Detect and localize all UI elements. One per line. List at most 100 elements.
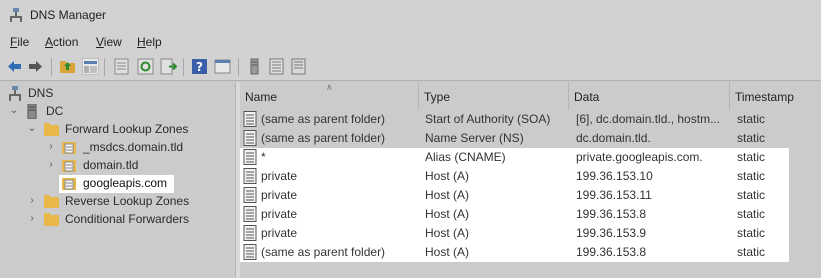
dns-record-icon: [243, 168, 257, 184]
tree-node-zone-googleapis[interactable]: googleapis.com: [59, 175, 174, 193]
dns-record-icon: [243, 244, 257, 260]
chevron-down-icon[interactable]: ⌄: [27, 123, 37, 135]
record-data-cell: 199.36.153.9: [576, 226, 647, 240]
table-row[interactable]: private Host (A) 199.36.153.9 static: [240, 224, 789, 243]
tree-label: Conditional Forwarders: [65, 212, 190, 226]
tree-node-forward-zones[interactable]: ⌄ Forward Lookup Zones: [0, 121, 230, 138]
tree-label: _msdcs.domain.tld: [83, 140, 184, 154]
tree-label: googleapis.com: [83, 176, 168, 190]
column-header-name[interactable]: Name ∧: [240, 82, 419, 110]
record-type-cell: Name Server (NS): [425, 131, 524, 145]
record-data-cell: 199.36.153.8: [576, 207, 647, 221]
folder-icon: [44, 123, 59, 136]
title-bar: DNS Manager: [0, 0, 821, 31]
chevron-right-icon[interactable]: ›: [27, 213, 37, 225]
record-timestamp-cell: static: [737, 169, 766, 183]
record-data-cell: 199.36.153.8: [576, 245, 647, 259]
dns-record-icon: [243, 206, 257, 222]
record-timestamp-cell: static: [737, 207, 766, 221]
toolbar-separator: [238, 58, 239, 76]
dns-record-icon: [243, 111, 257, 127]
tree-label: Forward Lookup Zones: [65, 122, 189, 136]
chevron-right-icon[interactable]: ›: [27, 195, 37, 207]
record-type-cell: Alias (CNAME): [425, 150, 506, 164]
menu-action[interactable]: Action: [45, 35, 78, 49]
properties-icon[interactable]: [113, 58, 130, 75]
record-list: Name ∧ Type Data Timestamp (same as pare…: [240, 82, 821, 278]
record-type-cell: Host (A): [425, 245, 470, 259]
record-name-cell: (same as parent folder): [261, 112, 386, 126]
tree-node-dc[interactable]: ⌄ DC: [0, 103, 230, 120]
record-name-cell: private: [261, 188, 298, 202]
record-name-cell: *: [261, 150, 266, 164]
dns-record-icon: [243, 130, 257, 146]
record-timestamp-cell: static: [737, 226, 766, 240]
table-row[interactable]: (same as parent folder) Host (A) 199.36.15…: [240, 243, 789, 262]
record-data-cell: [6], dc.domain.tld., hostm...: [576, 112, 721, 126]
forward-icon[interactable]: [27, 58, 44, 75]
tree-node-dns[interactable]: DNS: [0, 85, 230, 102]
column-header-data[interactable]: Data: [569, 82, 730, 110]
toolbar-separator: [104, 58, 105, 76]
record-timestamp-cell: static: [737, 150, 766, 164]
record-type-cell: Host (A): [425, 226, 470, 240]
tree-label: domain.tld: [83, 158, 139, 172]
table-row[interactable]: (same as parent folder) Name Server (NS) d…: [240, 129, 821, 148]
record-icon[interactable]: [290, 58, 307, 75]
zone-folder-icon: [62, 142, 76, 154]
tree-label: DC: [46, 104, 64, 118]
table-row[interactable]: * Alias (CNAME) private.googleapis.com. sta…: [240, 148, 789, 167]
record-timestamp-cell: static: [737, 245, 766, 259]
record-type-cell: Host (A): [425, 188, 470, 202]
table-row[interactable]: private Host (A) 199.36.153.8 static: [240, 205, 789, 224]
menu-file[interactable]: File: [10, 35, 29, 49]
column-header-timestamp[interactable]: Timestamp: [730, 82, 821, 110]
zone-list-icon[interactable]: [268, 58, 285, 75]
dns-record-icon: [243, 225, 257, 241]
help-icon[interactable]: ?: [191, 58, 208, 75]
svg-text:?: ?: [196, 60, 203, 74]
window-title: DNS Manager: [30, 8, 107, 22]
dns-icon: [9, 86, 21, 101]
chevron-down-icon[interactable]: ⌄: [9, 105, 19, 117]
record-timestamp-cell: static: [737, 188, 766, 202]
chevron-right-icon[interactable]: ›: [46, 141, 56, 153]
sort-ascending-icon: ∧: [326, 82, 333, 92]
toolbar: ?: [0, 53, 821, 81]
menu-view[interactable]: View: [96, 35, 122, 49]
folder-icon: [44, 213, 59, 226]
export-list-icon[interactable]: [160, 58, 177, 75]
record-type-cell: Start of Authority (SOA): [425, 112, 551, 126]
server-icon: [27, 104, 37, 119]
tree-node-reverse-zones[interactable]: › Reverse Lookup Zones: [0, 193, 230, 210]
tree-node-zone-msdcs[interactable]: › _msdcs.domain.tld: [0, 139, 230, 156]
tree-node-conditional-forwarders[interactable]: › Conditional Forwarders: [0, 211, 230, 228]
back-icon[interactable]: [6, 58, 23, 75]
record-data-cell: private.googleapis.com.: [576, 150, 703, 164]
folder-icon: [44, 195, 59, 208]
record-timestamp-cell: static: [737, 131, 766, 145]
dns-record-icon: [243, 187, 257, 203]
table-row[interactable]: private Host (A) 199.36.153.10 static: [240, 167, 789, 186]
server-icon[interactable]: [246, 58, 263, 75]
console-icon[interactable]: [214, 58, 231, 75]
table-row[interactable]: (same as parent folder) Start of Authorit…: [240, 110, 821, 129]
dns-manager-icon: [10, 8, 22, 22]
chevron-right-icon[interactable]: ›: [46, 159, 56, 171]
record-name-cell: (same as parent folder): [261, 131, 386, 145]
dns-record-icon: [243, 149, 257, 165]
table-row[interactable]: private Host (A) 199.36.153.11 static: [240, 186, 789, 205]
tree-node-zone-domain[interactable]: › domain.tld: [0, 157, 230, 174]
toolbar-separator: [183, 58, 184, 76]
record-data-cell: dc.domain.tld.: [576, 131, 651, 145]
record-name-cell: private: [261, 169, 298, 183]
tree-label: Reverse Lookup Zones: [65, 194, 190, 208]
show-hide-tree-icon[interactable]: [82, 58, 99, 75]
refresh-icon[interactable]: [137, 58, 154, 75]
menu-help[interactable]: Help: [137, 35, 162, 49]
column-header-type[interactable]: Type: [419, 82, 569, 110]
zone-folder-icon: [62, 160, 76, 172]
toolbar-separator: [51, 58, 52, 76]
record-name-cell: private: [261, 207, 298, 221]
up-folder-icon[interactable]: [59, 58, 76, 75]
